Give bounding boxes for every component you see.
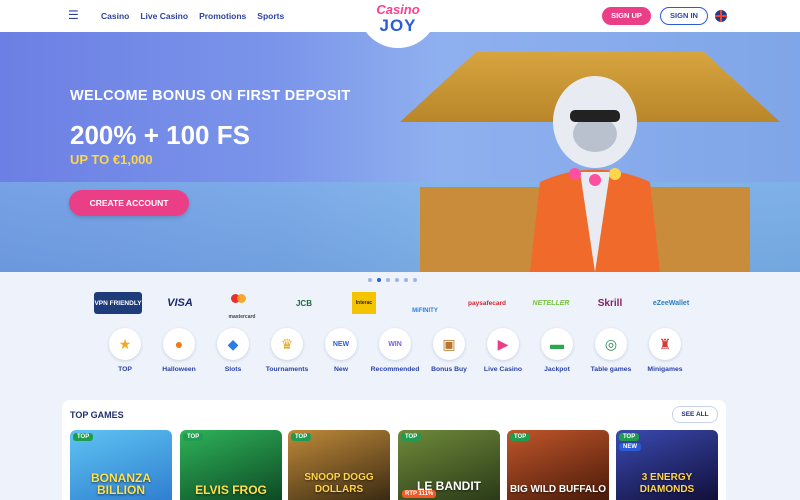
hero-banner: WELCOME BONUS ON FIRST DEPOSIT 200% + 10… [0, 32, 800, 272]
skrill-logo: Skrill [597, 297, 623, 309]
nav-casino[interactable]: Casino [101, 11, 129, 21]
category-table-games[interactable]: ◎ Table games [585, 328, 637, 373]
top-badge: TOP [401, 433, 422, 441]
category-label: Tournaments [265, 366, 309, 373]
category-label: Recommended [370, 366, 420, 373]
category-label: TOP [118, 366, 132, 373]
hero-subtitle: WELCOME BONUS ON FIRST DEPOSIT [70, 88, 351, 104]
sign-up-button[interactable]: SIGN UP [602, 7, 651, 25]
game-title: BIG WILD BUFFALO [509, 484, 607, 495]
carousel-dot[interactable] [404, 278, 408, 282]
game-title: ELVIS FROG [195, 483, 267, 497]
category-bonus-buy[interactable]: ▣ Bonus Buy [423, 328, 475, 373]
visa-logo: VISA [167, 297, 193, 309]
game-card-snoop-dogg-dollars[interactable]: TOP SNOOP DOGG DOLLARS [288, 430, 390, 500]
menu-icon[interactable]: ☰ [68, 9, 80, 21]
category-label: Jackpot [544, 366, 570, 373]
ezeewallet-logo: eZeeWallet [652, 299, 690, 307]
category-label: Live Casino [483, 366, 523, 373]
play-icon: ▶ [487, 328, 519, 360]
trophy-icon: ♛ [271, 328, 303, 360]
carousel-dot[interactable] [386, 278, 390, 282]
category-new[interactable]: NEW New [315, 328, 367, 373]
category-jackpot[interactable]: ▬ Jackpot [531, 328, 583, 373]
interac-logo: Interac [352, 292, 376, 314]
logo-top-text: Casino [376, 2, 420, 17]
nav-promotions[interactable]: Promotions [199, 11, 246, 21]
nav-live-casino[interactable]: Live Casino [140, 11, 188, 21]
game-card-elvis-frog[interactable]: TOP ELVIS FROG [180, 430, 282, 500]
win-icon: WIN [379, 328, 411, 360]
top-games-title: TOP GAMES [70, 410, 124, 420]
category-label: Slots [224, 366, 242, 373]
category-label: Table games [590, 366, 632, 373]
top-badge: TOP [619, 433, 640, 441]
game-card-bonanza-billion[interactable]: TOP BONANZA BILLION [70, 430, 172, 500]
roulette-icon: ◎ [595, 328, 627, 360]
top-badge: TOP [183, 433, 204, 441]
rtp-badge: RTP 111% [402, 490, 437, 498]
mastercard-circle-orange [237, 294, 246, 303]
top-badge: TOP [510, 433, 531, 441]
hero-title: 200% + 100 FS [70, 120, 250, 150]
main-nav: Casino Live Casino Promotions Sports [101, 11, 284, 21]
category-recommended[interactable]: WIN Recommended [369, 328, 421, 373]
carousel-dot-active[interactable] [377, 278, 381, 282]
category-top[interactable]: ★ TOP [99, 328, 151, 373]
create-account-button[interactable]: CREATE ACCOUNT [69, 190, 189, 216]
carousel-dot[interactable] [413, 278, 417, 282]
category-live-casino[interactable]: ▶ Live Casino [477, 328, 529, 373]
carousel-dots [368, 278, 417, 282]
nav-sports[interactable]: Sports [257, 11, 284, 21]
new-icon: NEW [325, 328, 357, 360]
vpn-friendly-logo: VPN FRIENDLY [94, 292, 142, 314]
top-badge: TOP [291, 433, 312, 441]
game-title: SNOOP DOGG DOLLARS [304, 472, 374, 495]
new-badge: NEW [619, 443, 641, 451]
carousel-dot[interactable] [368, 278, 372, 282]
slot-icon: ◆ [217, 328, 249, 360]
mifinity-logo: MiFINITY [412, 308, 438, 314]
neteller-logo: NETELLER [532, 299, 570, 307]
category-label: Minigames [647, 366, 683, 373]
category-halloween[interactable]: ● Halloween [153, 328, 205, 373]
game-title: 3 ENERGY DIAMONDS [639, 472, 695, 495]
uk-flag-icon[interactable] [715, 10, 727, 22]
payment-methods: VPN FRIENDLY VISA mastercard JCB Interac… [94, 292, 706, 320]
game-card-le-bandit[interactable]: TOP LE BANDIT RTP 111% [398, 430, 500, 500]
joystick-icon: ♜ [649, 328, 681, 360]
game-card-big-wild-buffalo[interactable]: TOP BIG WILD BUFFALO [507, 430, 609, 500]
category-label: Bonus Buy [431, 366, 467, 373]
yeti-mascot-illustration [530, 76, 660, 272]
logo-bottom-text: JOY [379, 16, 417, 35]
game-title: BONANZA BILLION [91, 471, 151, 497]
hero-upto: UP TO €1,000 [70, 152, 153, 167]
paysafecard-logo: paysafecard [468, 299, 506, 307]
top-badge: TOP [73, 433, 94, 441]
carousel-dot[interactable] [395, 278, 399, 282]
category-tournaments[interactable]: ♛ Tournaments [261, 328, 313, 373]
treasure-chest-icon: ▣ [433, 328, 465, 360]
sign-in-button[interactable]: SIGN IN [660, 7, 708, 25]
jcb-logo: JCB [295, 298, 312, 308]
see-all-button[interactable]: SEE ALL [672, 406, 718, 423]
game-card-3-energy-diamonds[interactable]: TOP NEW 3 ENERGY DIAMONDS [616, 430, 718, 500]
pumpkin-icon: ● [163, 328, 195, 360]
category-slots[interactable]: ◆ Slots [207, 328, 259, 373]
category-minigames[interactable]: ♜ Minigames [639, 328, 691, 373]
star-icon: ★ [109, 328, 141, 360]
category-label: New [334, 366, 348, 373]
cash-icon: ▬ [541, 328, 573, 360]
category-label: Halloween [162, 366, 196, 373]
